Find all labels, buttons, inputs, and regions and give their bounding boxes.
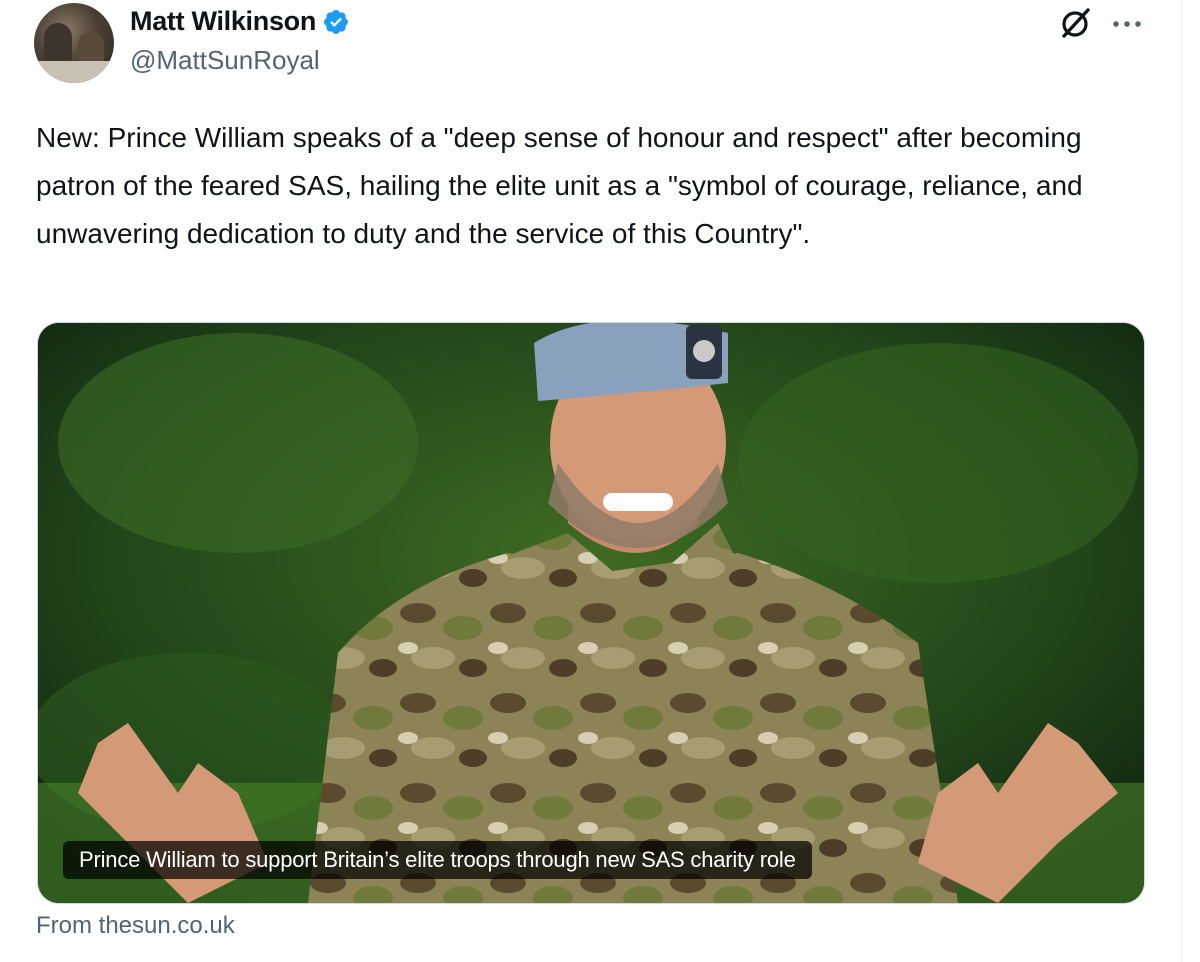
author-name-row[interactable]: Matt Wilkinson [130, 6, 350, 37]
avatar-figure-right [78, 31, 104, 65]
verified-badge-icon [324, 9, 349, 34]
more-options-icon[interactable] [1110, 14, 1144, 34]
avatar-table [34, 61, 114, 83]
avatar-figure-left [44, 23, 72, 63]
card-caption: Prince William to support Britain’s elit… [63, 841, 812, 879]
timeline-border [1181, 0, 1200, 962]
author-display-name[interactable]: Matt Wilkinson [130, 6, 316, 37]
author-handle[interactable]: @MattSunRoyal [130, 45, 320, 76]
tweet-text: New: Prince William speaks of a "deep se… [36, 122, 1083, 249]
card-source-link[interactable]: From thesun.co.uk [36, 912, 235, 940]
author-avatar[interactable] [34, 3, 114, 83]
grok-icon[interactable] [1055, 2, 1097, 44]
photo-soldier-illustration [38, 323, 1144, 903]
link-card-image[interactable]: Prince William to support Britain’s elit… [37, 322, 1145, 904]
